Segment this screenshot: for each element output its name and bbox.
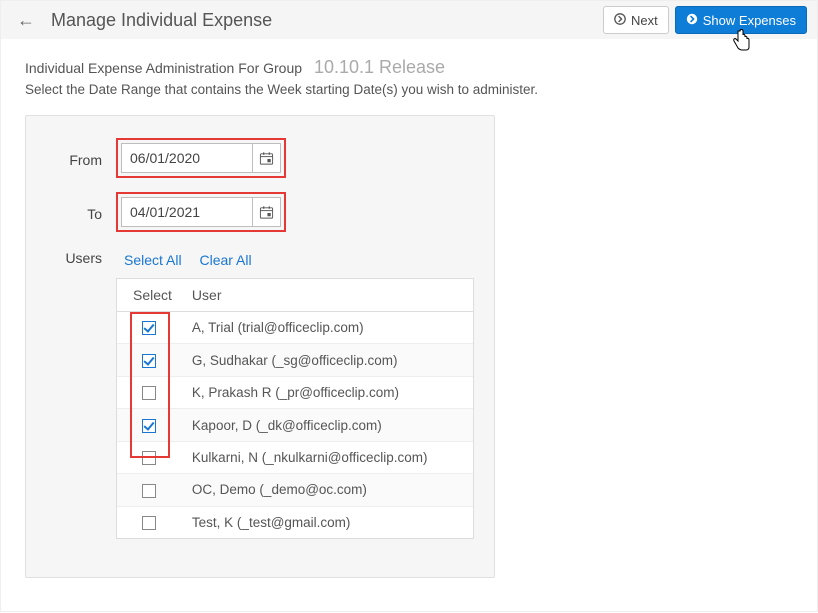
user-checkbox[interactable]	[142, 516, 156, 530]
show-expenses-label: Show Expenses	[703, 13, 796, 28]
page-title: Manage Individual Expense	[51, 10, 272, 31]
user-name-cell: Test, K (_test@gmail.com)	[182, 506, 473, 538]
to-highlight	[116, 192, 286, 232]
user-checkbox[interactable]	[142, 386, 156, 400]
intro-line2: Select the Date Range that contains the …	[25, 82, 793, 97]
user-name-cell: K, Prakash R (_pr@officeclip.com)	[182, 376, 473, 408]
intro-line1: Individual Expense Administration For Gr…	[25, 57, 793, 78]
table-row: K, Prakash R (_pr@officeclip.com)	[117, 376, 473, 408]
from-date-picker-button[interactable]	[252, 144, 280, 172]
to-date-picker-button[interactable]	[252, 198, 280, 226]
clear-all-link[interactable]: Clear All	[199, 252, 251, 268]
from-highlight	[116, 138, 286, 178]
from-date-input[interactable]	[122, 144, 252, 172]
filter-panel: From To Us	[25, 115, 495, 578]
user-name-cell: G, Sudhakar (_sg@officeclip.com)	[182, 344, 473, 376]
to-label: To	[46, 202, 102, 222]
table-row: OC, Demo (_demo@oc.com)	[117, 474, 473, 506]
user-checkbox[interactable]	[142, 419, 156, 433]
content-area: Individual Expense Administration For Gr…	[1, 39, 817, 598]
users-label: Users	[46, 246, 102, 266]
user-table: Select User A, Trial (trial@officeclip.c…	[116, 278, 474, 539]
users-block: Select All Clear All Select User A, Tria…	[116, 246, 474, 539]
col-header-select: Select	[117, 279, 182, 312]
table-row: A, Trial (trial@officeclip.com)	[117, 312, 473, 344]
from-label: From	[46, 148, 102, 168]
table-row: Test, K (_test@gmail.com)	[117, 506, 473, 538]
calendar-icon	[259, 205, 274, 220]
cursor-pointer-icon	[731, 28, 753, 54]
user-checkbox[interactable]	[142, 321, 156, 335]
user-name-cell: Kapoor, D (_dk@officeclip.com)	[182, 409, 473, 441]
from-date-group	[121, 143, 281, 173]
next-button-label: Next	[631, 13, 658, 28]
table-row: Kapoor, D (_dk@officeclip.com)	[117, 409, 473, 441]
to-date-input[interactable]	[122, 198, 252, 226]
arrow-right-circle-icon	[686, 13, 698, 27]
col-header-user: User	[182, 279, 473, 312]
user-name-cell: A, Trial (trial@officeclip.com)	[182, 312, 473, 344]
calendar-icon	[259, 151, 274, 166]
table-row: Kulkarni, N (_nkulkarni@officeclip.com)	[117, 441, 473, 473]
select-all-link[interactable]: Select All	[124, 252, 182, 268]
user-checkbox[interactable]	[142, 484, 156, 498]
user-checkbox[interactable]	[142, 354, 156, 368]
page-header: ← Manage Individual Expense Next Show Ex…	[1, 1, 817, 39]
table-row: G, Sudhakar (_sg@officeclip.com)	[117, 344, 473, 376]
back-arrow-icon[interactable]: ←	[11, 10, 41, 31]
user-name-cell: OC, Demo (_demo@oc.com)	[182, 474, 473, 506]
arrow-right-circle-icon	[614, 13, 626, 27]
next-button[interactable]: Next	[603, 6, 669, 34]
version-text: 10.10.1 Release	[314, 57, 445, 77]
to-date-group	[121, 197, 281, 227]
intro-prefix: Individual Expense Administration For Gr…	[25, 60, 302, 76]
user-checkbox[interactable]	[142, 451, 156, 465]
user-name-cell: Kulkarni, N (_nkulkarni@officeclip.com)	[182, 441, 473, 473]
